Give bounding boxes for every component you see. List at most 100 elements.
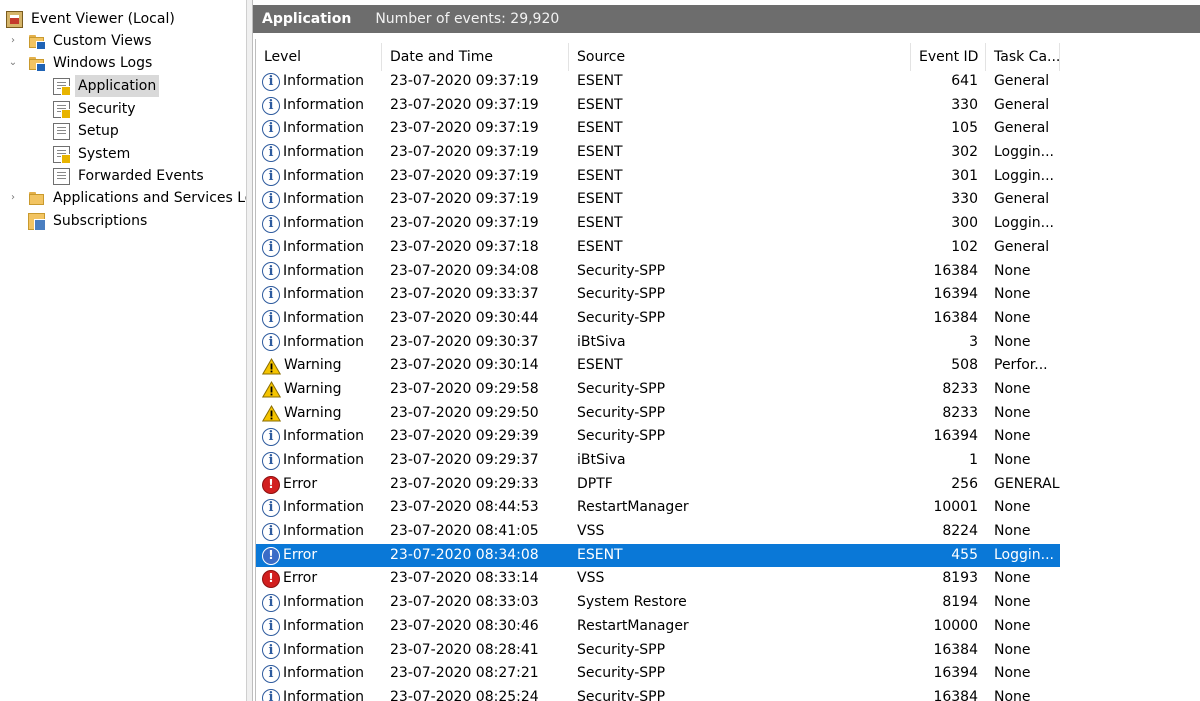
event-id-cell: 10000	[933, 617, 978, 634]
level-cell: ! Error	[256, 473, 382, 497]
source-cell: ESENT	[577, 238, 623, 255]
warning-icon	[262, 404, 281, 422]
column-header-task-category[interactable]: Task Ca...	[986, 43, 1060, 71]
event-row[interactable]: i Information 23-07-2020 09:37:19 ESENT 302 L…	[256, 141, 1060, 165]
event-row[interactable]: i Information 23-07-2020 08:41:05 VSS 8224 No…	[256, 520, 1060, 544]
event-row[interactable]: i Information 23-07-2020 09:37:19 ESENT 300 L…	[256, 212, 1060, 236]
date-cell: 23-07-2020 08:41:05	[390, 523, 539, 540]
event-row[interactable]: i Information 23-07-2020 09:37:19 ESENT 330 G…	[256, 188, 1060, 212]
date-cell: 23-07-2020 08:34:08	[390, 546, 539, 563]
event-row[interactable]: i Information 23-07-2020 09:37:19 ESENT 330 G…	[256, 94, 1060, 118]
source-cell: ESENT	[577, 144, 623, 161]
collapse-chevron-icon[interactable]: ⌄	[6, 52, 20, 74]
task-category-cell: None	[994, 262, 1031, 279]
tree-item-setup[interactable]: Setup	[53, 120, 122, 142]
tree-item-system[interactable]: System	[53, 143, 133, 165]
date-cell: 23-07-2020 09:37:19	[390, 120, 539, 137]
source-cell: Security-SPP	[577, 309, 666, 326]
tree-item-windows-logs[interactable]: ⌄ Windows Logs	[6, 52, 155, 74]
event-row[interactable]: ! Error 23-07-2020 08:34:08 ESENT 455 Loggin.…	[256, 543, 1060, 568]
navigation-tree[interactable]: Event Viewer (Local) › Custom Views ⌄ Wi…	[0, 0, 247, 701]
warning-icon	[262, 357, 281, 375]
level-text: Information	[283, 428, 365, 445]
event-row[interactable]: i Information 23-07-2020 09:34:08 Security-…	[256, 260, 1060, 284]
information-icon: i	[262, 309, 280, 328]
pane-splitter[interactable]	[247, 0, 253, 701]
event-row[interactable]: Warning 23-07-2020 09:30:14 ESENT 508 Perfor…	[256, 354, 1060, 378]
tree-item-custom-views[interactable]: › Custom Views	[6, 30, 155, 52]
tree-item-label: Subscriptions	[53, 213, 148, 229]
task-category-cell: None	[994, 523, 1031, 540]
level-text: Information	[283, 333, 365, 350]
event-id-cell: 301	[951, 167, 978, 184]
level-cell: i Information	[256, 591, 382, 615]
tree-item-forwarded-events[interactable]: Forwarded Events	[53, 165, 207, 187]
tree-item-applications-and-services-logs[interactable]: › Applications and Services Log	[6, 187, 247, 209]
events-list: i Information 23-07-2020 09:37:19 ESENT 641 G…	[256, 70, 1060, 701]
tree-item-label: Applications and Services Log	[53, 190, 247, 206]
task-category-cell: General	[994, 191, 1050, 208]
tree-item-security[interactable]: Security	[53, 98, 139, 120]
folder-icon	[28, 190, 45, 207]
level-cell: i Information	[256, 449, 382, 473]
error-icon: !	[262, 546, 280, 565]
date-cell: 23-07-2020 08:30:46	[390, 617, 539, 634]
level-cell: Warning	[256, 378, 382, 402]
event-row[interactable]: i Information 23-07-2020 09:33:37 Security-…	[256, 283, 1060, 307]
event-row[interactable]: i Information 23-07-2020 08:27:21 Security-…	[256, 662, 1060, 686]
event-row[interactable]: ! Error 23-07-2020 08:33:14 VSS 8193 None	[256, 567, 1060, 591]
column-header-source[interactable]: Source	[569, 43, 911, 71]
log-warning-icon	[53, 100, 71, 119]
task-category-cell: None	[994, 428, 1031, 445]
task-category-cell: Loggin...	[994, 144, 1055, 161]
level-cell: i Information	[256, 212, 382, 236]
level-cell: i Information	[256, 117, 382, 141]
expand-chevron-icon[interactable]: ›	[6, 187, 20, 209]
event-row[interactable]: i Information 23-07-2020 09:37:19 ESENT 301 L…	[256, 165, 1060, 189]
date-cell: 23-07-2020 09:37:19	[390, 73, 539, 89]
level-text: Information	[283, 688, 365, 701]
task-category-cell: Loggin...	[994, 546, 1055, 563]
event-id-cell: 8194	[942, 594, 978, 611]
events-grid[interactable]: Level Date and Time Source Event ID Task…	[255, 39, 1200, 701]
event-id-cell: 16394	[933, 665, 978, 682]
date-cell: 23-07-2020 08:33:03	[390, 594, 539, 611]
date-cell: 23-07-2020 08:25:24	[390, 688, 539, 701]
event-row[interactable]: i Information 23-07-2020 09:30:44 Security-…	[256, 307, 1060, 331]
event-row[interactable]: i Information 23-07-2020 08:30:46 RestartMa…	[256, 615, 1060, 639]
task-category-cell: Loggin...	[994, 215, 1055, 232]
event-row[interactable]: i Information 23-07-2020 08:44:53 RestartMa…	[256, 496, 1060, 520]
event-row[interactable]: Warning 23-07-2020 09:29:50 Security-SPP 82…	[256, 402, 1060, 426]
event-row[interactable]: i Information 23-07-2020 08:33:03 System Re…	[256, 591, 1060, 615]
expand-chevron-icon[interactable]: ›	[6, 30, 20, 52]
event-row[interactable]: i Information 23-07-2020 09:30:37 iBtSiva 3 N…	[256, 331, 1060, 355]
source-cell: RestartManager	[577, 499, 689, 516]
event-id-cell: 300	[951, 215, 978, 232]
column-header-level[interactable]: Level	[256, 43, 382, 71]
level-cell: i Information	[256, 165, 382, 189]
event-id-cell: 641	[951, 73, 978, 89]
source-cell: System Restore	[577, 594, 687, 611]
event-row[interactable]: i Information 23-07-2020 08:28:41 Security-…	[256, 639, 1060, 663]
source-cell: VSS	[577, 570, 605, 587]
column-header-date[interactable]: Date and Time	[382, 43, 569, 71]
source-cell: ESENT	[577, 167, 623, 184]
column-header-event-id[interactable]: Event ID	[911, 43, 986, 71]
level-text: Information	[283, 309, 365, 326]
source-cell: ESENT	[577, 73, 623, 89]
tree-item-application[interactable]: Application	[53, 75, 160, 97]
event-row[interactable]: Warning 23-07-2020 09:29:58 Security-SPP 82…	[256, 378, 1060, 402]
event-row[interactable]: i Information 23-07-2020 09:29:37 iBtSiva 1 N…	[256, 449, 1060, 473]
information-icon: i	[262, 167, 280, 186]
event-row[interactable]: i Information 23-07-2020 09:29:39 Security-…	[256, 425, 1060, 449]
event-row[interactable]: ! Error 23-07-2020 09:29:33 DPTF 256 GENERAL	[256, 473, 1060, 497]
event-id-cell: 16384	[933, 309, 978, 326]
event-row[interactable]: i Information 23-07-2020 09:37:19 ESENT 105 G…	[256, 117, 1060, 141]
tree-item-label: Forwarded Events	[78, 168, 204, 184]
event-row[interactable]: i Information 23-07-2020 09:37:19 ESENT 641 G…	[256, 70, 1060, 94]
tree-root-event-viewer[interactable]: Event Viewer (Local)	[6, 8, 178, 30]
level-text: Information	[283, 262, 365, 279]
event-row[interactable]: i Information 23-07-2020 09:37:18 ESENT 102 G…	[256, 236, 1060, 260]
tree-item-subscriptions[interactable]: Subscriptions	[28, 210, 150, 232]
event-row[interactable]: i Information 23-07-2020 08:25:24 Security-…	[256, 686, 1060, 701]
